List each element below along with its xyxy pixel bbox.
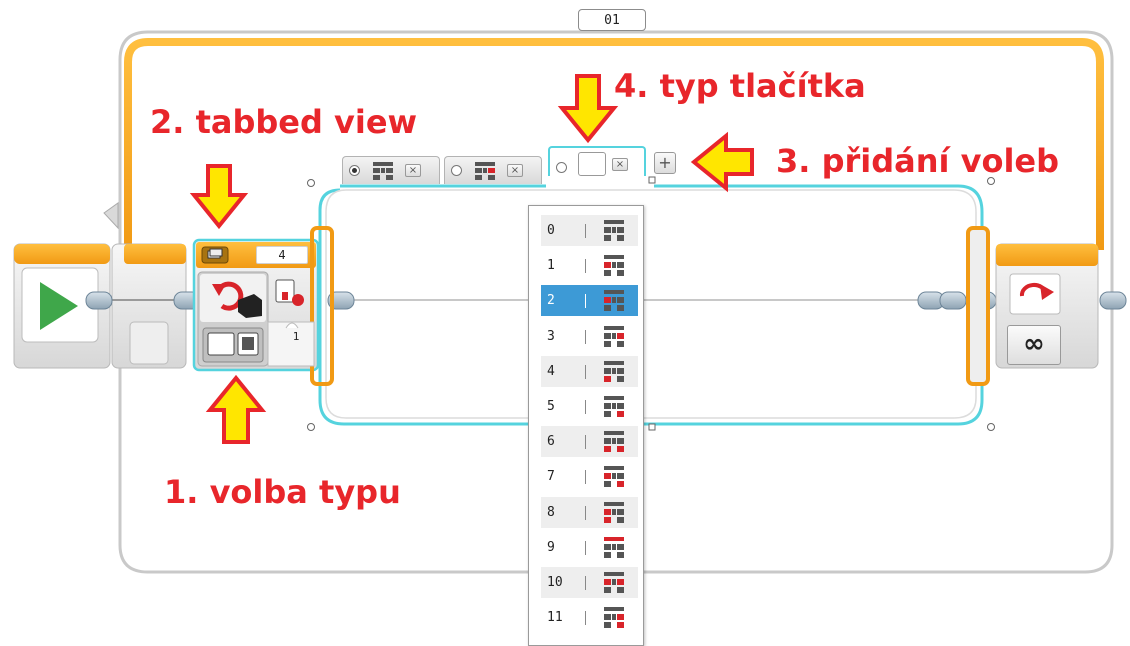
brick-button-glyph-icon: [604, 536, 624, 558]
dropdown-option[interactable]: 8: [541, 496, 638, 528]
tab-close-button[interactable]: ×: [507, 164, 523, 177]
option-number: 8: [547, 504, 555, 520]
brick-button-glyph-icon: [604, 325, 624, 347]
resize-handles[interactable]: [307, 176, 995, 431]
dropdown-option[interactable]: 7: [541, 461, 638, 492]
brick-button-glyph-icon: [373, 162, 393, 180]
switch-frame: [318, 184, 984, 426]
option-separator: [585, 470, 586, 485]
brick-button-glyph-icon: [604, 572, 624, 593]
brick-button-glyph-icon: [604, 607, 624, 629]
tabbed-view-toggle[interactable]: [201, 246, 229, 264]
dropdown-option[interactable]: 5: [541, 391, 638, 422]
option-separator: [585, 329, 586, 344]
option-number: 11: [547, 610, 563, 626]
brick-button-glyph-icon: [604, 220, 624, 241]
switch-tab-2[interactable]: ×: [444, 156, 542, 184]
brick-button-glyph-icon: [604, 466, 624, 488]
tab-close-button[interactable]: ×: [405, 164, 421, 177]
loop-mode-selector[interactable]: ∞: [1007, 325, 1061, 365]
option-number: 0: [547, 223, 555, 238]
tab-close-button[interactable]: ×: [612, 158, 628, 171]
option-number: 6: [547, 434, 555, 450]
option-number: 9: [547, 539, 555, 555]
option-number: 2: [547, 293, 555, 309]
dropdown-option[interactable]: 4: [541, 355, 638, 387]
option-number: 1: [547, 258, 555, 274]
option-separator: [585, 505, 586, 520]
option-separator: [585, 364, 586, 379]
program-canvas: 01 4 1 ∞ × × × + 0 1 2 3 4 5 6 7 8 9 10 11 4. typ t…: [0, 0, 1130, 646]
option-separator: [585, 611, 586, 626]
dropdown-option[interactable]: 0: [541, 215, 638, 246]
option-separator: [585, 224, 586, 238]
brick-button-glyph-icon: [475, 162, 495, 180]
tab-radio[interactable]: [556, 162, 567, 173]
tab-radio[interactable]: [451, 165, 462, 176]
arrow-down-button-type: [557, 74, 619, 144]
arrow-left-add-options: [690, 131, 754, 193]
option-separator: [585, 540, 586, 555]
annotation-tabbed-view: 2. tabbed view: [150, 103, 418, 141]
annotation-type-choice: 1. volba typu: [164, 473, 401, 511]
switch-end-block: [966, 226, 990, 386]
arrow-up-type-choice: [205, 374, 267, 444]
dropdown-option[interactable]: 10: [541, 567, 638, 598]
option-separator: [585, 294, 586, 309]
loop-bracket-arrow: [103, 202, 119, 230]
brick-button-glyph-icon: [604, 255, 624, 277]
annotation-button-type: 4. typ tlačítka: [614, 67, 866, 105]
switch-tab-3-active[interactable]: ×: [548, 146, 646, 176]
loop-name-field[interactable]: 01: [578, 9, 646, 31]
add-case-button[interactable]: +: [654, 152, 676, 174]
switch-parameter-value[interactable]: 4: [256, 246, 308, 264]
option-separator: [585, 259, 586, 274]
annotation-add-options: 3. přidání voleb: [776, 142, 1060, 180]
option-separator: [585, 400, 586, 414]
brick-button-glyph-icon: [604, 501, 624, 523]
dropdown-option[interactable]: 9: [541, 532, 638, 563]
brick-button-glyph-icon: [604, 290, 624, 312]
button-type-list[interactable]: 0 1 2 3 4 5 6 7 8 9 10 11: [528, 205, 644, 646]
loop-start-block: [111, 243, 187, 369]
port-number[interactable]: 1: [284, 330, 308, 348]
option-number: 7: [547, 469, 555, 485]
tab-radio[interactable]: [349, 165, 360, 176]
dropdown-option[interactable]: 11: [541, 602, 638, 633]
brick-button-glyph-icon: [604, 396, 624, 417]
brick-button-glyph-icon: [604, 431, 624, 453]
brick-button-glyph-icon: [604, 360, 624, 382]
dropdown-option[interactable]: 6: [541, 426, 638, 458]
option-separator: [585, 576, 586, 590]
arrow-down-tabbed-view: [189, 164, 249, 230]
option-number: 4: [547, 363, 555, 379]
mode-selector[interactable]: [202, 327, 264, 363]
switch-tab-1[interactable]: ×: [342, 156, 440, 184]
button-type-dropdown[interactable]: [578, 152, 606, 176]
dropdown-option[interactable]: 1: [541, 250, 638, 281]
option-number: 10: [547, 575, 563, 590]
option-number: 3: [547, 328, 555, 344]
dropdown-option[interactable]: 3: [541, 321, 638, 352]
option-separator: [585, 435, 586, 450]
dropdown-option[interactable]: 2: [541, 285, 638, 317]
option-number: 5: [547, 399, 555, 414]
